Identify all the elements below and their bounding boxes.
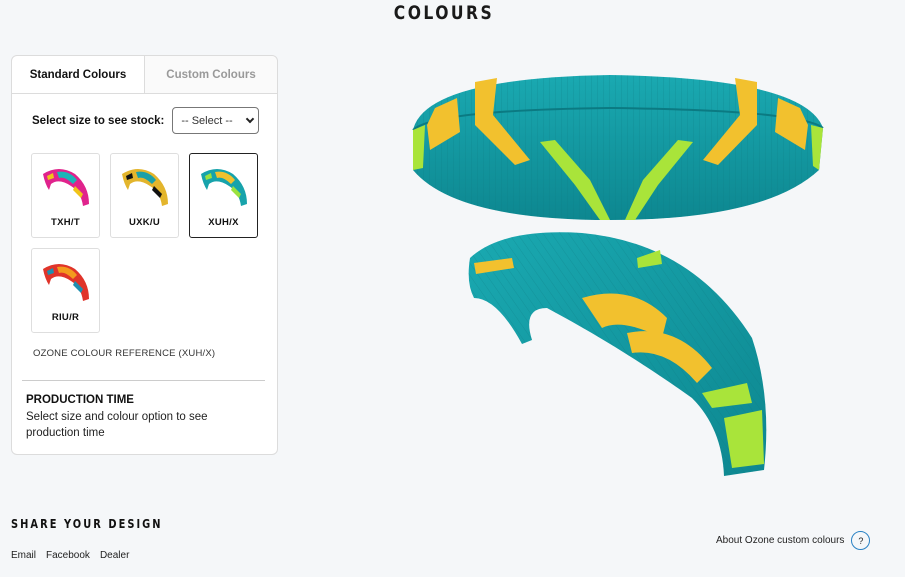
swatch-code: UXK/U (128, 217, 161, 228)
colour-panel: Standard Colours Custom Colours Select s… (11, 55, 278, 455)
colour-reference: OZONE COLOUR REFERENCE (XUH/X) (33, 348, 216, 359)
swatch-txh[interactable]: TXH/T (31, 153, 100, 238)
size-label: Select size to see stock: (32, 114, 165, 127)
share-links: Email Facebook Dealer (11, 550, 129, 561)
size-select-value: -- Select -- (181, 114, 233, 127)
wing-side-view[interactable] (462, 228, 774, 478)
swatch-code: XUH/X (208, 217, 239, 228)
swatch-uxk[interactable]: UXK/U (110, 153, 179, 238)
colour-tabs: Standard Colours Custom Colours (12, 56, 277, 94)
tab-standard-colours[interactable]: Standard Colours (12, 56, 145, 93)
swatch-code: RIU/R (51, 312, 80, 323)
size-select[interactable]: -- Select -- (172, 107, 260, 134)
size-selector-row: Select size to see stock: -- Select -- (32, 107, 260, 134)
wing-side-ribs (468, 232, 767, 476)
page-title: COLOURS (393, 2, 495, 24)
wing-ribs (413, 75, 823, 220)
production-time-title: PRODUCTION TIME (26, 394, 134, 406)
chevron-down-icon (246, 114, 255, 124)
swatch-xuh[interactable]: XUH/X (189, 153, 258, 238)
swatch-code: TXH/T (51, 217, 80, 228)
share-facebook-link[interactable]: Facebook (46, 550, 90, 561)
share-email-link[interactable]: Email (11, 550, 36, 561)
wing-thumbnail-icon (201, 169, 247, 206)
wing-front-view[interactable] (405, 70, 830, 225)
divider (22, 380, 265, 381)
tab-custom-colours[interactable]: Custom Colours (145, 56, 277, 93)
wing-lime-tip-left (413, 125, 425, 170)
swatch-riu[interactable]: RIU/R (31, 248, 100, 333)
share-title: SHARE YOUR DESIGN (11, 517, 163, 531)
help-icon[interactable]: ? (851, 531, 871, 550)
about-custom-colours-link[interactable]: About Ozone custom colours ? (716, 531, 871, 550)
about-label: About Ozone custom colours (716, 535, 845, 546)
wing-thumbnail-icon (122, 169, 168, 206)
wing-thumbnail-icon (43, 264, 89, 301)
share-dealer-link[interactable]: Dealer (100, 550, 129, 561)
production-time-text: Select size and colour option to see pro… (26, 411, 208, 439)
wing-thumbnail-icon (43, 169, 89, 206)
